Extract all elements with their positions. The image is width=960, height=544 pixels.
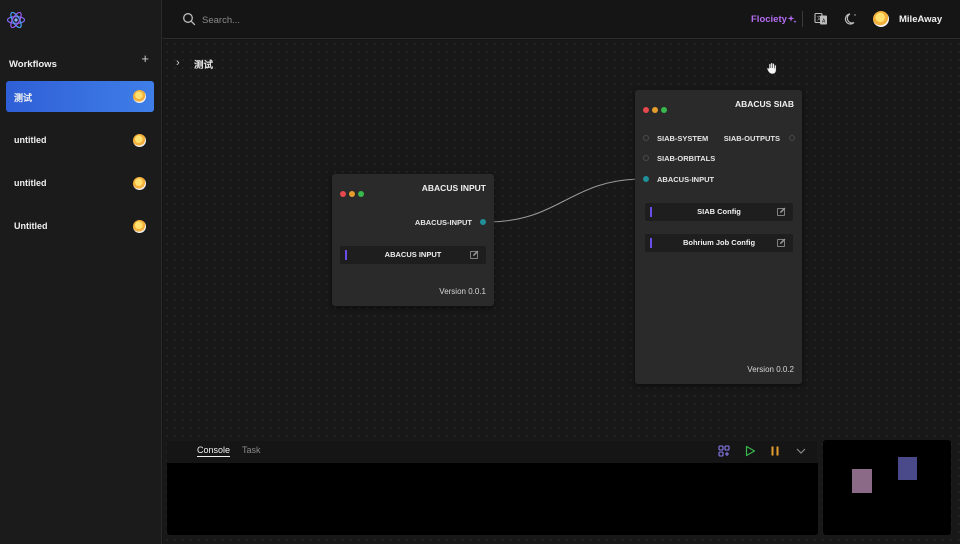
tab-task[interactable]: Task xyxy=(242,445,261,455)
workflow-item-0[interactable]: 测试 xyxy=(6,81,154,112)
node-abacus-siab[interactable]: ABACUS SIAB SIAB-SYSTEM SIAB-OUTPUTS SIA… xyxy=(635,90,802,384)
config-siab[interactable]: SIAB Config xyxy=(645,203,793,221)
output-port-handle[interactable] xyxy=(480,219,486,225)
sparkle-icon xyxy=(787,15,797,24)
workflow-item-label: Untitled xyxy=(14,221,48,231)
apps-icon[interactable] xyxy=(718,445,730,457)
workflows-title: Workflows xyxy=(9,59,57,70)
input-port-handle[interactable] xyxy=(643,155,649,161)
workflow-item-2[interactable]: untitled xyxy=(6,168,154,199)
avatar xyxy=(133,134,146,147)
chevron-right-icon[interactable]: › xyxy=(176,57,186,69)
minimize-dot-icon[interactable] xyxy=(349,191,355,197)
console-panel-header: Console Task xyxy=(167,441,817,463)
workflows-header: Workflows + xyxy=(9,51,149,70)
flociety-link[interactable]: Flociety xyxy=(751,14,787,25)
pause-icon[interactable] xyxy=(769,445,781,457)
workflow-item-label: untitled xyxy=(14,178,47,188)
window-controls xyxy=(643,100,670,118)
edit-icon[interactable] xyxy=(777,207,786,216)
config-bohrium-job[interactable]: Bohrium Job Config xyxy=(645,234,793,252)
hand-cursor-icon xyxy=(766,62,777,75)
edit-icon[interactable] xyxy=(777,238,786,247)
avatar xyxy=(133,177,146,190)
search-input[interactable] xyxy=(202,12,402,28)
workflow-item-label: untitled xyxy=(14,135,47,145)
tab-console[interactable]: Console xyxy=(197,445,231,457)
user-avatar[interactable] xyxy=(873,11,889,27)
node-title: ABACUS SIAB xyxy=(734,99,794,109)
avatar xyxy=(133,220,146,233)
output-port-label: ABACUS-INPUT xyxy=(414,218,472,227)
translate-icon[interactable]: 文 A xyxy=(814,12,828,26)
minimap-node xyxy=(852,469,872,493)
chevron-down-icon[interactable] xyxy=(795,445,807,457)
config-label: SIAB Config xyxy=(697,207,741,216)
config-label: ABACUS INPUT xyxy=(384,250,442,259)
app-logo-icon[interactable] xyxy=(6,10,26,30)
divider xyxy=(802,11,803,27)
output-port-handle[interactable] xyxy=(789,135,795,141)
input-port-label: ABACUS-INPUT xyxy=(657,175,715,184)
close-dot-icon[interactable] xyxy=(643,107,649,113)
node-version: Version 0.0.1 xyxy=(439,287,486,296)
workflow-item-1[interactable]: untitled xyxy=(6,125,154,156)
minimap-node xyxy=(898,457,917,480)
svg-text:文: 文 xyxy=(817,15,822,22)
breadcrumb: 测试 xyxy=(194,60,214,71)
input-port-handle[interactable] xyxy=(643,135,649,141)
workflow-item-label: 测试 xyxy=(14,93,33,103)
add-workflow-button[interactable]: + xyxy=(141,51,149,66)
node-title: ABACUS INPUT xyxy=(421,183,486,193)
output-port-label: SIAB-OUTPUTS xyxy=(723,134,780,143)
node-abacus-input[interactable]: ABACUS INPUT ABACUS-INPUT ABACUS INPUT V… xyxy=(332,174,494,306)
close-dot-icon[interactable] xyxy=(340,191,346,197)
edit-icon[interactable] xyxy=(470,250,479,259)
maximize-dot-icon[interactable] xyxy=(358,191,364,197)
minimap[interactable] xyxy=(823,440,951,535)
input-port-label: SIAB-SYSTEM xyxy=(657,134,709,143)
workflow-item-3[interactable]: Untitled xyxy=(6,211,154,242)
config-abacus-input[interactable]: ABACUS INPUT xyxy=(340,246,486,264)
node-version: Version 0.0.2 xyxy=(747,365,794,374)
avatar xyxy=(133,90,146,103)
play-icon[interactable] xyxy=(744,445,756,457)
window-controls xyxy=(340,184,367,202)
sidebar: Workflows + 测试 untitled untitled Untitle… xyxy=(0,0,162,544)
top-bar: Flociety 文 A MileAway xyxy=(163,0,960,39)
config-label: Bohrium Job Config xyxy=(682,238,756,247)
user-name[interactable]: MileAway xyxy=(899,14,942,25)
minimize-dot-icon[interactable] xyxy=(652,107,658,113)
input-port-handle[interactable] xyxy=(643,176,649,182)
search-icon xyxy=(183,13,196,26)
moon-icon[interactable] xyxy=(844,12,858,26)
input-port-label: SIAB-ORBITALS xyxy=(657,154,716,163)
console-output[interactable] xyxy=(167,463,818,535)
maximize-dot-icon[interactable] xyxy=(661,107,667,113)
